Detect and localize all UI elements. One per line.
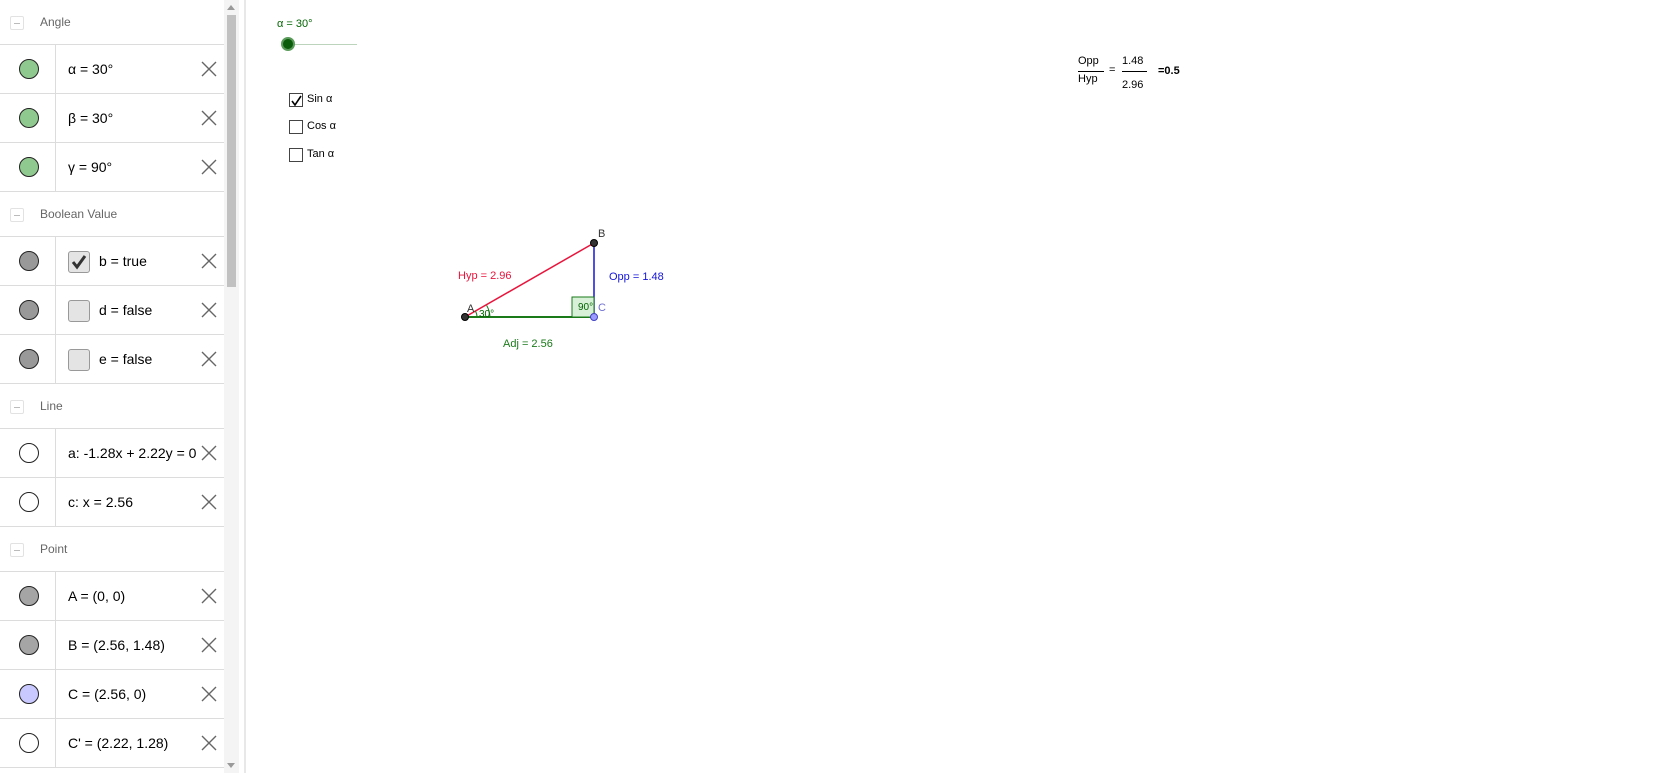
point-b[interactable] [590, 239, 598, 247]
triangle-construction: A B C Hyp = 2.96 Opp = 1.48 Adj = 2.56 3… [458, 228, 664, 350]
point-c[interactable] [590, 313, 598, 321]
label-b: B [598, 228, 605, 240]
angle-a-label: 30° [479, 309, 494, 320]
label-a: A [467, 303, 475, 315]
opp-label: Opp = 1.48 [609, 271, 664, 283]
angle-c-label: 90° [578, 302, 593, 313]
adj-label: Adj = 2.56 [503, 338, 553, 350]
hyp-label: Hyp = 2.96 [458, 270, 512, 282]
label-c: C [598, 302, 606, 314]
